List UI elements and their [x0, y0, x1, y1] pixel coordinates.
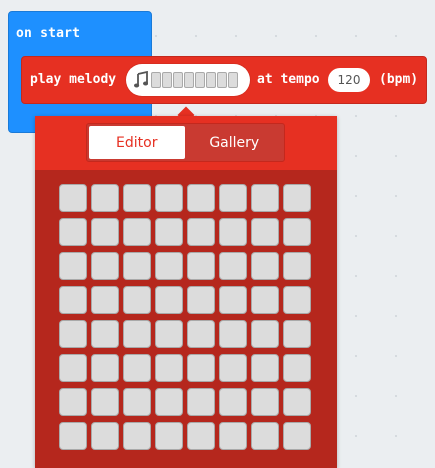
melody-note-cell[interactable]: [59, 422, 87, 450]
melody-note-cell[interactable]: [283, 286, 311, 314]
melody-field[interactable]: [126, 64, 250, 96]
melody-note-cell[interactable]: [91, 388, 119, 416]
on-start-label: on start: [16, 26, 81, 41]
melody-note-cell[interactable]: [155, 184, 183, 212]
play-melody-label: play melody: [30, 72, 117, 87]
melody-note-cell[interactable]: [91, 422, 119, 450]
melody-preview-cell: [228, 72, 238, 88]
melody-note-cell[interactable]: [155, 388, 183, 416]
melody-note-cell[interactable]: [187, 218, 215, 246]
melody-preview-cell: [184, 72, 194, 88]
tab-gallery[interactable]: Gallery: [186, 126, 282, 159]
melody-grid-area: [35, 170, 337, 468]
melody-preview-cell: [217, 72, 227, 88]
melody-note-cell[interactable]: [251, 286, 279, 314]
melody-note-cell[interactable]: [59, 320, 87, 348]
melody-note-cell[interactable]: [123, 184, 151, 212]
melody-note-cell[interactable]: [91, 218, 119, 246]
melody-note-cell[interactable]: [219, 286, 247, 314]
melody-note-cell[interactable]: [283, 184, 311, 212]
melody-preview: [151, 72, 238, 88]
melody-note-cell[interactable]: [155, 320, 183, 348]
melody-note-cell[interactable]: [219, 184, 247, 212]
tempo-input[interactable]: 120: [328, 68, 370, 92]
melody-note-cell[interactable]: [283, 218, 311, 246]
melody-note-cell[interactable]: [91, 354, 119, 382]
melody-note-cell[interactable]: [123, 388, 151, 416]
music-note-icon: [134, 71, 148, 88]
melody-note-cell[interactable]: [123, 354, 151, 382]
melody-note-cell[interactable]: [251, 218, 279, 246]
melody-note-cell[interactable]: [91, 320, 119, 348]
melody-preview-cell: [195, 72, 205, 88]
melody-note-cell[interactable]: [219, 354, 247, 382]
melody-note-cell[interactable]: [187, 252, 215, 280]
melody-preview-cell: [173, 72, 183, 88]
melody-note-cell[interactable]: [187, 286, 215, 314]
melody-note-cell[interactable]: [187, 184, 215, 212]
tab-editor[interactable]: Editor: [89, 126, 185, 159]
melody-note-cell[interactable]: [155, 286, 183, 314]
melody-note-cell[interactable]: [251, 388, 279, 416]
melody-note-cell[interactable]: [251, 320, 279, 348]
editor-tabs: Editor Gallery: [86, 123, 285, 162]
melody-note-cell[interactable]: [155, 354, 183, 382]
melody-note-cell[interactable]: [219, 252, 247, 280]
melody-note-cell[interactable]: [283, 388, 311, 416]
melody-note-cell[interactable]: [219, 320, 247, 348]
at-tempo-label: at tempo: [257, 72, 320, 87]
play-melody-block[interactable]: play melody at tempo 120 (bpm): [21, 56, 427, 104]
melody-note-cell[interactable]: [59, 252, 87, 280]
melody-note-cell[interactable]: [155, 422, 183, 450]
melody-note-cell[interactable]: [251, 422, 279, 450]
melody-note-cell[interactable]: [283, 320, 311, 348]
melody-note-cell[interactable]: [59, 218, 87, 246]
melody-note-cell[interactable]: [91, 252, 119, 280]
melody-note-cell[interactable]: [283, 422, 311, 450]
melody-editor-popup: Editor Gallery: [35, 116, 337, 468]
melody-note-cell[interactable]: [59, 184, 87, 212]
melody-note-cell[interactable]: [59, 354, 87, 382]
melody-note-cell[interactable]: [251, 252, 279, 280]
melody-note-cell[interactable]: [155, 218, 183, 246]
melody-note-cell[interactable]: [219, 218, 247, 246]
melody-note-cell[interactable]: [283, 252, 311, 280]
melody-note-cell[interactable]: [251, 184, 279, 212]
melody-note-cell[interactable]: [91, 184, 119, 212]
melody-note-cell[interactable]: [187, 354, 215, 382]
melody-note-cell[interactable]: [251, 354, 279, 382]
melody-note-cell[interactable]: [123, 252, 151, 280]
melody-note-cell[interactable]: [91, 286, 119, 314]
melody-note-cell[interactable]: [123, 320, 151, 348]
melody-note-cell[interactable]: [59, 286, 87, 314]
melody-note-cell[interactable]: [187, 422, 215, 450]
melody-note-cell[interactable]: [123, 218, 151, 246]
melody-note-cell[interactable]: [123, 286, 151, 314]
melody-note-cell[interactable]: [187, 320, 215, 348]
bpm-label: (bpm): [379, 72, 419, 87]
melody-note-cell[interactable]: [219, 422, 247, 450]
melody-note-cell[interactable]: [187, 388, 215, 416]
melody-preview-cell: [162, 72, 172, 88]
melody-preview-cell: [151, 72, 161, 88]
melody-note-cell[interactable]: [283, 354, 311, 382]
melody-note-cell[interactable]: [59, 388, 87, 416]
melody-note-cell[interactable]: [155, 252, 183, 280]
melody-grid: [59, 184, 311, 450]
popup-header: Editor Gallery: [35, 116, 337, 170]
melody-preview-cell: [206, 72, 216, 88]
melody-note-cell[interactable]: [219, 388, 247, 416]
melody-note-cell[interactable]: [123, 422, 151, 450]
